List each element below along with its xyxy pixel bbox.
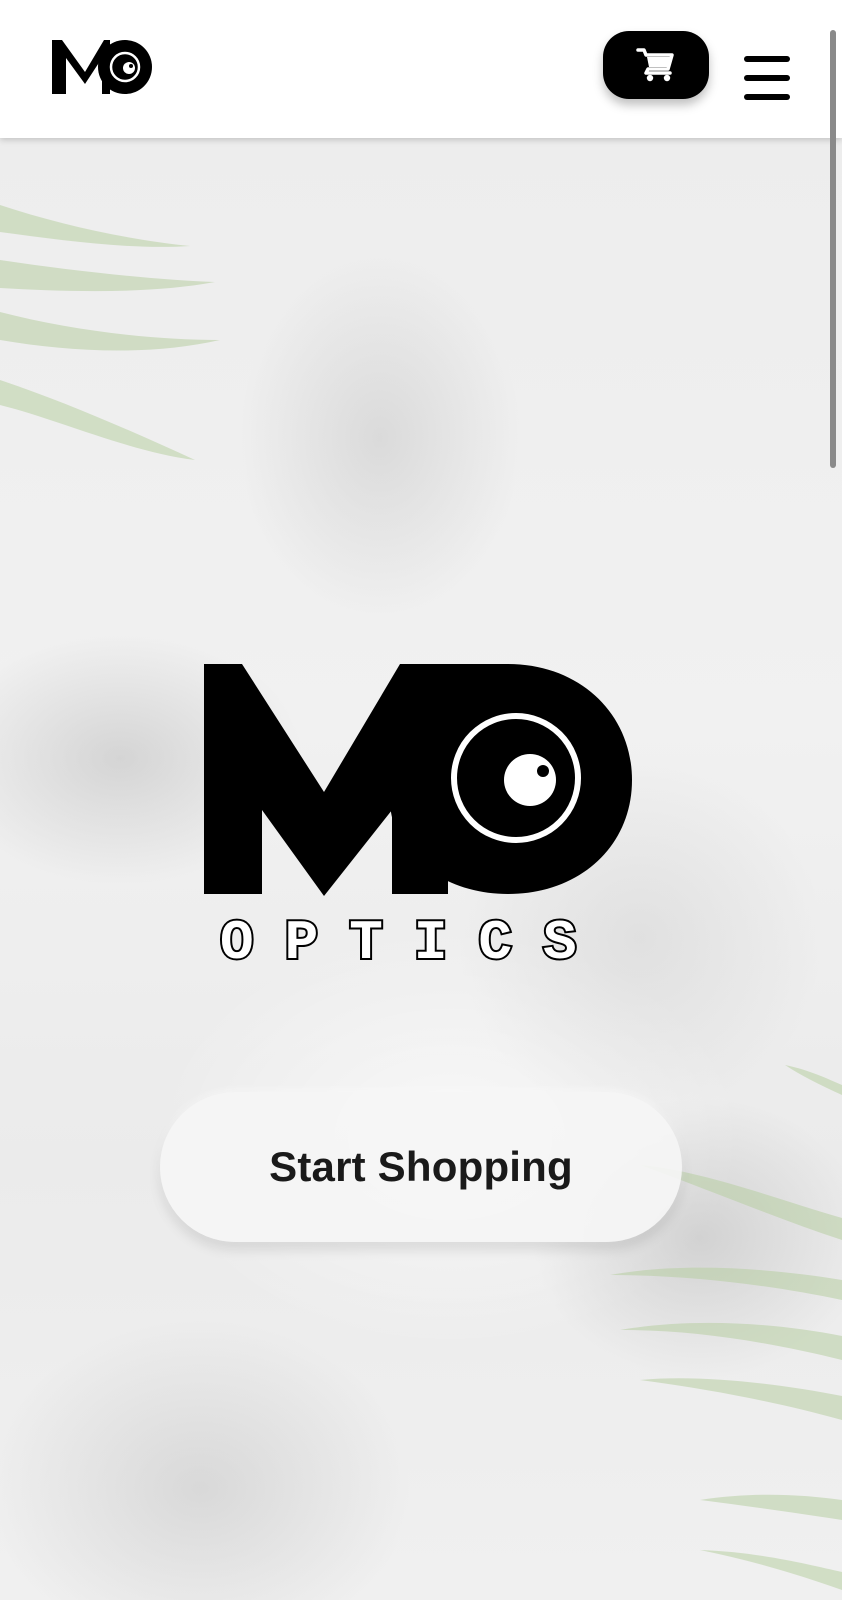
start-shopping-button[interactable]: Start Shopping: [160, 1092, 682, 1242]
brand-logo[interactable]: [52, 38, 156, 96]
menu-bar: [744, 56, 790, 62]
page: OPTICS Start Shopping: [0, 0, 842, 1600]
hero-logo-wordmark: OPTICS: [220, 911, 608, 970]
logo-o-eye: [123, 62, 135, 74]
logo-o-pupil: [129, 64, 133, 68]
menu-bar: [744, 75, 790, 81]
hero-logo-pupil: [537, 765, 549, 777]
hero-logo: OPTICS: [204, 664, 632, 970]
cart-button[interactable]: [603, 31, 709, 99]
start-shopping-label: Start Shopping: [269, 1143, 573, 1190]
hamburger-menu-button[interactable]: [744, 56, 792, 100]
site-header: [0, 0, 842, 138]
cart-icon: [636, 48, 674, 82]
menu-bar: [744, 94, 790, 100]
hero-logo-eye: [504, 754, 556, 806]
scrollbar-thumb[interactable]: [830, 30, 836, 468]
